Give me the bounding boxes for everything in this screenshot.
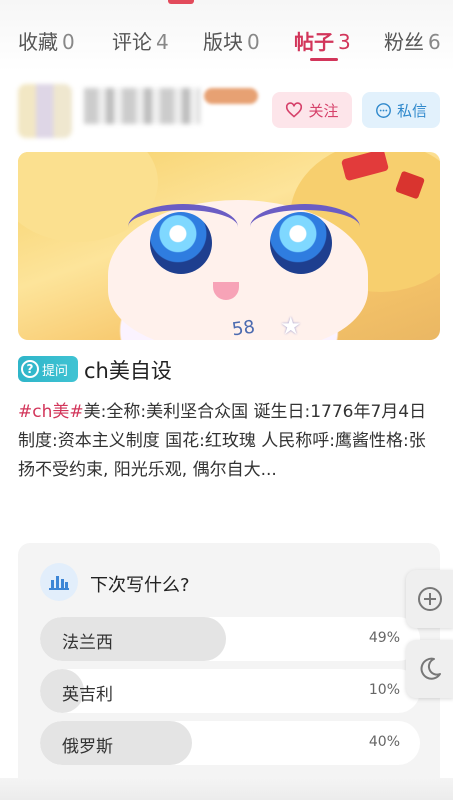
poll-option[interactable]: 英吉利 10% xyxy=(40,669,420,713)
tab-label: 粉丝 xyxy=(384,30,424,54)
profile-tab-bar: 收藏 0 评论 4 版块 0 帖子 3 粉丝 6 xyxy=(0,0,453,72)
bar-chart-icon xyxy=(40,563,78,601)
tab-boards[interactable]: 版块 0 xyxy=(203,26,260,55)
art-collar-number: 58 xyxy=(230,316,257,340)
tab-count: 4 xyxy=(156,30,169,54)
moon-icon xyxy=(420,657,441,680)
question-badge: ? 提问 xyxy=(18,356,78,382)
tab-label: 版块 xyxy=(203,30,243,54)
art-eye-right xyxy=(270,212,332,274)
theme-toggle-button[interactable] xyxy=(406,640,453,698)
poll-option-percent: 40% xyxy=(368,734,400,750)
tab-count: 0 xyxy=(247,30,260,54)
tab-count: 0 xyxy=(62,30,75,54)
tab-count: 6 xyxy=(428,30,441,54)
chat-bubble-icon xyxy=(376,102,391,118)
tab-label: 收藏 xyxy=(18,30,58,54)
poll-option-percent: 10% xyxy=(368,682,400,698)
bottom-edge xyxy=(0,778,453,800)
add-button[interactable] xyxy=(406,570,453,628)
avatar[interactable] xyxy=(18,84,72,138)
tab-label: 帖子 xyxy=(294,30,334,54)
poll-option-label: 英吉利 xyxy=(62,685,113,705)
message-label: 私信 xyxy=(396,101,427,120)
status-indicator xyxy=(168,0,194,4)
art-eye-left xyxy=(150,212,212,274)
question-badge-label: 提问 xyxy=(42,363,69,379)
username-blurred[interactable] xyxy=(84,88,200,124)
follow-label: 关注 xyxy=(308,101,339,120)
poll-card: 下次写什么? 法兰西 49% 英吉利 10% 俄罗斯 40% xyxy=(18,543,440,800)
poll-question: 下次写什么? xyxy=(90,575,190,596)
star-icon: ★ xyxy=(280,312,302,340)
tab-favorites[interactable]: 收藏 0 xyxy=(18,26,75,55)
tab-label: 评论 xyxy=(112,30,152,54)
follow-button[interactable]: 关注 xyxy=(272,92,352,128)
tab-comments[interactable]: 评论 4 xyxy=(112,26,169,55)
active-tab-indicator xyxy=(310,58,338,61)
poll-option-label: 法兰西 xyxy=(62,633,113,653)
message-button[interactable]: 私信 xyxy=(362,92,440,128)
post-hashtag[interactable]: #ch美# xyxy=(18,402,84,422)
poll-option[interactable]: 法兰西 49% xyxy=(40,617,420,661)
tab-fans[interactable]: 粉丝 6 xyxy=(384,26,441,55)
poll-option-label: 俄罗斯 xyxy=(62,737,113,757)
post-body[interactable]: #ch美#美:全称:美利坚合众国 诞生日:1776年7月4日制度:资本主义制度 … xyxy=(18,398,436,485)
plus-circle-icon xyxy=(418,587,442,611)
tab-count: 3 xyxy=(338,30,351,54)
tab-posts[interactable]: 帖子 3 xyxy=(294,26,351,55)
heart-outline-icon xyxy=(286,102,303,118)
question-mark-icon: ? xyxy=(21,360,39,378)
user-level-badge xyxy=(204,88,258,104)
post-cover-image[interactable]: 58 ★ xyxy=(18,152,440,340)
poll-option-percent: 49% xyxy=(368,630,400,646)
post-title[interactable]: ch美自设 xyxy=(84,355,172,385)
poll-option[interactable]: 俄罗斯 40% xyxy=(40,721,420,765)
